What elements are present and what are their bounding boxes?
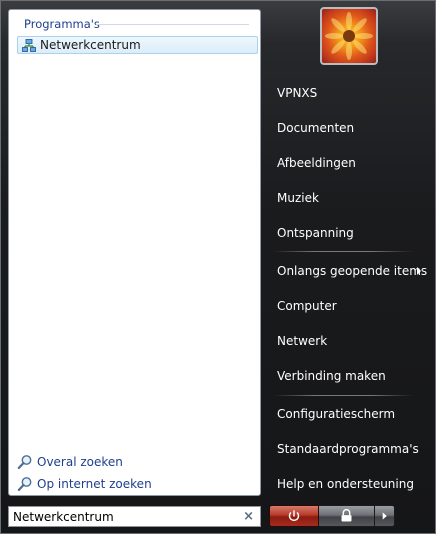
menu-item-vpnxs[interactable]: VPNXS: [277, 86, 427, 100]
menu-item-onlangs-geopende-items[interactable]: Onlangs geopende items: [277, 264, 427, 278]
menu-item-standaardprogrammas[interactable]: Standaardprogramma's: [277, 442, 427, 456]
program-item-label: Netwerkcentrum: [40, 38, 141, 52]
network-center-icon: [22, 38, 36, 52]
program-item-netwerkcentrum[interactable]: Netwerkcentrum: [17, 36, 258, 54]
menu-item-netwerk[interactable]: Netwerk: [277, 334, 427, 348]
search-internet-link[interactable]: Op internet zoeken: [17, 475, 217, 493]
power-controls: [269, 505, 395, 527]
search-icon: [17, 454, 33, 470]
arrow-right-icon: [382, 512, 387, 520]
power-icon: [288, 510, 300, 522]
search-link-label: Overal zoeken: [37, 455, 123, 469]
power-button[interactable]: [269, 505, 319, 527]
menu-item-computer[interactable]: Computer: [277, 299, 427, 313]
section-header-label: Programma's: [24, 17, 100, 31]
start-search-box[interactable]: ×: [8, 506, 261, 527]
menu-item-configuratiescherm[interactable]: Configuratiescherm: [277, 407, 427, 421]
search-input[interactable]: [13, 507, 235, 526]
flower-icon: [325, 12, 373, 60]
menu-item-help-en-ondersteuning[interactable]: Help en ondersteuning: [277, 477, 427, 491]
power-options-button[interactable]: [375, 505, 395, 527]
section-divider: [96, 24, 249, 25]
clear-search-icon[interactable]: ×: [243, 508, 254, 525]
user-avatar[interactable]: [320, 7, 378, 65]
submenu-arrow-icon: [417, 267, 421, 275]
lock-icon: [341, 508, 352, 522]
search-icon: [17, 476, 33, 492]
programs-pane: Programma's Netwerkcentrum Overal zoeken…: [8, 9, 261, 496]
menu-divider: [273, 395, 413, 396]
menu-item-muziek[interactable]: Muziek: [277, 191, 427, 205]
menu-item-verbinding-maken[interactable]: Verbinding maken: [277, 369, 427, 383]
menu-item-documenten[interactable]: Documenten: [277, 121, 427, 135]
menu-divider: [273, 251, 413, 252]
lock-button[interactable]: [319, 505, 375, 527]
programs-section-header: Programma's: [24, 17, 249, 33]
menu-item-ontspanning[interactable]: Ontspanning: [277, 226, 427, 240]
menu-item-afbeeldingen[interactable]: Afbeeldingen: [277, 156, 427, 170]
start-menu: Programma's Netwerkcentrum Overal zoeken…: [0, 0, 436, 534]
search-link-label: Op internet zoeken: [37, 477, 152, 491]
search-everywhere-link[interactable]: Overal zoeken: [17, 453, 217, 471]
